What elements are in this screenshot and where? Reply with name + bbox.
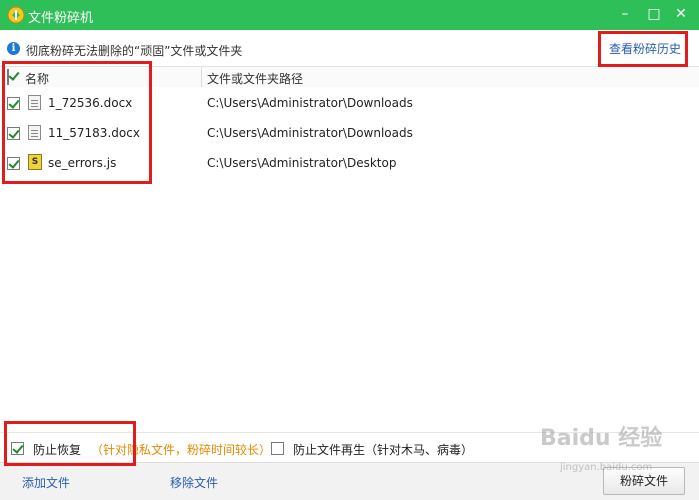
info-icon: i — [7, 42, 20, 55]
highlight-box-prevent-recovery — [4, 421, 136, 466]
watermark-logo: Baidu 经验 — [540, 426, 663, 451]
file-path: C:\Users\Administrator\Downloads — [207, 126, 413, 140]
prevent-regen-checkbox[interactable] — [271, 442, 284, 455]
column-divider[interactable] — [201, 67, 202, 87]
close-button[interactable]: ✕ — [670, 4, 692, 24]
add-file-link[interactable]: 添加文件 — [22, 474, 70, 491]
highlight-box-file-list — [2, 61, 152, 184]
column-header-path[interactable]: 文件或文件夹路径 — [207, 70, 303, 87]
title-bar: 文件粉碎机 – □ ✕ — [0, 0, 699, 30]
minimize-button[interactable]: – — [614, 4, 636, 24]
window-title: 文件粉碎机 — [28, 11, 94, 26]
app-logo-icon — [7, 6, 25, 24]
watermark-url: jingyan.baidu.com — [560, 462, 653, 473]
file-path: C:\Users\Administrator\Desktop — [207, 156, 397, 170]
remove-file-link[interactable]: 移除文件 — [170, 474, 218, 491]
file-path: C:\Users\Administrator\Downloads — [207, 96, 413, 110]
prevent-regen-label[interactable]: 防止文件再生（针对木马、病毒） — [293, 441, 473, 458]
maximize-button[interactable]: □ — [643, 4, 665, 24]
info-text: 彻底粉碎无法删除的“顽固”文件或文件夹 — [26, 44, 243, 58]
highlight-box-history — [598, 31, 688, 67]
